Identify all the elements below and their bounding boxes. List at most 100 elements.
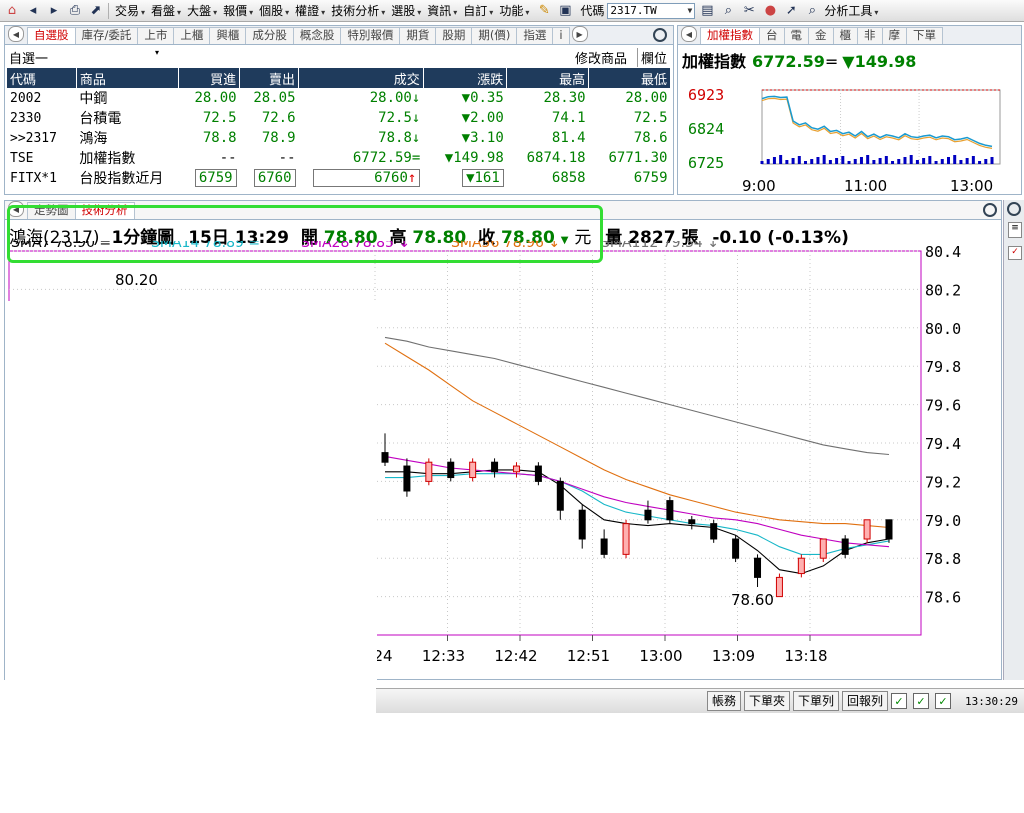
tab-scroll-right-icon[interactable]: ▶: [571, 26, 588, 42]
menu-analysis-tools[interactable]: 分析工具 ▾: [821, 2, 881, 19]
tab-emerging[interactable]: 興櫃: [209, 27, 247, 44]
tab-nonfinance[interactable]: 非: [857, 27, 883, 44]
popout-icon[interactable]: ⬈: [87, 2, 105, 20]
table-row[interactable]: 2330 台積電 72.5 72.6 72.5↓ ▼2.00 74.1 72.5: [7, 108, 671, 128]
forward-icon[interactable]: ▸: [45, 2, 63, 20]
tab-concept[interactable]: 概念股: [292, 27, 342, 44]
menu-watch[interactable]: 看盤 ▾: [148, 2, 184, 19]
sma-legend-item: SMA7 78.90 =: [11, 241, 111, 251]
col-last[interactable]: 成交: [298, 68, 424, 88]
table-row[interactable]: 2002 中鋼 28.00 28.05 28.00↓ ▼0.35 28.30 2…: [7, 88, 671, 108]
tab-futures[interactable]: 期貨: [399, 27, 437, 44]
news-icon[interactable]: ▤: [698, 2, 716, 20]
menu-market[interactable]: 大盤 ▾: [184, 2, 220, 19]
max-price-label: 80.20: [115, 271, 158, 289]
menu-custom[interactable]: 自訂 ▾: [460, 2, 496, 19]
tab-scroll-left-icon[interactable]: ◀: [8, 26, 24, 42]
tab-scroll-left-icon[interactable]: ◀: [681, 26, 697, 42]
menu-functions[interactable]: 功能 ▾: [496, 2, 532, 19]
code-input[interactable]: 2317.TW ▼: [607, 2, 696, 19]
back-icon[interactable]: ◂: [24, 2, 42, 20]
print-icon[interactable]: ⎙: [66, 2, 84, 20]
menu-warrant[interactable]: 權證 ▾: [292, 2, 328, 19]
zoom-icon[interactable]: [1007, 202, 1021, 216]
tab-order[interactable]: 下單: [906, 27, 943, 44]
order-bar-button[interactable]: 下單列: [792, 691, 839, 711]
mini-x-tick: 13:00: [950, 177, 993, 194]
check-icon[interactable]: ✓: [935, 693, 952, 709]
tab-components[interactable]: 成分股: [245, 27, 294, 44]
check-icon[interactable]: ✓: [891, 693, 908, 709]
tools-icon[interactable]: ✂: [740, 2, 758, 20]
index-value: 6772.59: [752, 52, 825, 71]
table-row[interactable]: >>2317 鴻海 78.8 78.9 78.8↓ ▼3.10 81.4 78.…: [7, 128, 671, 148]
mini-y-tick: 6725: [688, 154, 724, 172]
col-change[interactable]: 漲跌: [423, 68, 508, 88]
col-name[interactable]: 商品: [76, 68, 180, 88]
tab-index-options[interactable]: 指選: [516, 27, 554, 44]
cell-ask: --: [278, 150, 296, 166]
tab-trend-chart[interactable]: 走勢圖: [27, 202, 76, 219]
menu-screener[interactable]: 選股 ▾: [388, 2, 424, 19]
tab-otc-index[interactable]: 櫃: [832, 27, 858, 44]
list-icon[interactable]: ≡: [1008, 222, 1022, 238]
tab-scroll-left-icon[interactable]: ◀: [8, 201, 24, 217]
x-tick-label: 13:18: [784, 647, 827, 665]
chevron-down-icon[interactable]: ▾: [155, 48, 159, 67]
tab-listed[interactable]: 上市: [137, 27, 175, 44]
tab-stock-futures[interactable]: 股期: [435, 27, 473, 44]
checkbox-icon[interactable]: ✓: [1008, 246, 1022, 260]
table-row[interactable]: TSE 加權指數 -- -- 6772.59= ▼149.98 6874.18 …: [7, 148, 671, 168]
tab-technical-analysis[interactable]: 技術分析: [74, 202, 135, 219]
chevron-down-icon[interactable]: ▼: [688, 6, 693, 15]
tab-special-quote[interactable]: 特別報價: [340, 27, 401, 44]
tab-electronics[interactable]: 電: [783, 27, 809, 44]
tab-msci[interactable]: 摩: [881, 27, 907, 44]
tab-watchlist[interactable]: 自選股: [27, 27, 76, 44]
cell-last: 6772.59=: [352, 150, 421, 166]
pen-icon[interactable]: ✎: [535, 2, 553, 20]
cursor-icon[interactable]: ➚: [782, 2, 800, 20]
cell-high: 81.4: [551, 130, 586, 146]
menu-quote[interactable]: 報價 ▾: [220, 2, 256, 19]
col-bid[interactable]: 買進: [178, 68, 241, 88]
home-icon[interactable]: ⌂: [3, 2, 21, 20]
tab-taiex[interactable]: 加權指數: [700, 27, 760, 44]
ask-box: 6760: [253, 169, 296, 187]
menu-trade[interactable]: 交易 ▾: [112, 2, 148, 19]
order-folder-button[interactable]: 下單夾: [743, 691, 790, 711]
down-arrow-icon: ↓: [411, 130, 421, 146]
fields-button[interactable]: 欄位: [636, 48, 667, 67]
col-low[interactable]: 最低: [588, 68, 671, 88]
col-code[interactable]: 代碼: [7, 68, 77, 88]
tab-tw[interactable]: 台: [759, 27, 785, 44]
last-box: 6760↑: [313, 169, 421, 187]
watchlist-select[interactable]: 自選一 ▾: [9, 48, 159, 67]
search-icon[interactable]: ⌕: [719, 2, 737, 20]
alert-icon[interactable]: ●: [761, 2, 779, 20]
col-ask[interactable]: 賣出: [239, 68, 300, 88]
edit-symbols-button[interactable]: 修改商品: [575, 48, 627, 67]
candle-down: [666, 500, 674, 521]
cell-bid: 28.00: [194, 90, 237, 106]
check-icon[interactable]: ✓: [913, 693, 930, 709]
menu-info[interactable]: 資訊 ▾: [424, 2, 460, 19]
sma-legend-item: SMA14 78.89 =: [151, 241, 260, 251]
menu-stock[interactable]: 個股 ▾: [256, 2, 292, 19]
analysis-icon[interactable]: ⌕: [803, 2, 821, 20]
tab-futures-price[interactable]: 期(價): [471, 27, 518, 44]
tab-finance[interactable]: 金: [808, 27, 834, 44]
col-high[interactable]: 最高: [506, 68, 590, 88]
tab-more[interactable]: i: [552, 27, 570, 44]
cell-code: TSE: [10, 150, 34, 166]
zoom-icon[interactable]: [983, 203, 997, 217]
account-button[interactable]: 帳務: [706, 691, 741, 711]
menu-technical[interactable]: 技術分析 ▾: [328, 2, 388, 19]
window-icon[interactable]: ▣: [556, 2, 574, 20]
tab-otc[interactable]: 上櫃: [173, 27, 211, 44]
table-row[interactable]: FITX*1 台股指數近月 6759 6760 6760↑ ▼161 6858 …: [7, 168, 671, 188]
tab-inventory[interactable]: 庫存/委託: [74, 27, 139, 44]
zoom-icon[interactable]: [653, 28, 667, 42]
candle-down: [491, 461, 499, 473]
report-bar-button[interactable]: 回報列: [842, 691, 889, 711]
